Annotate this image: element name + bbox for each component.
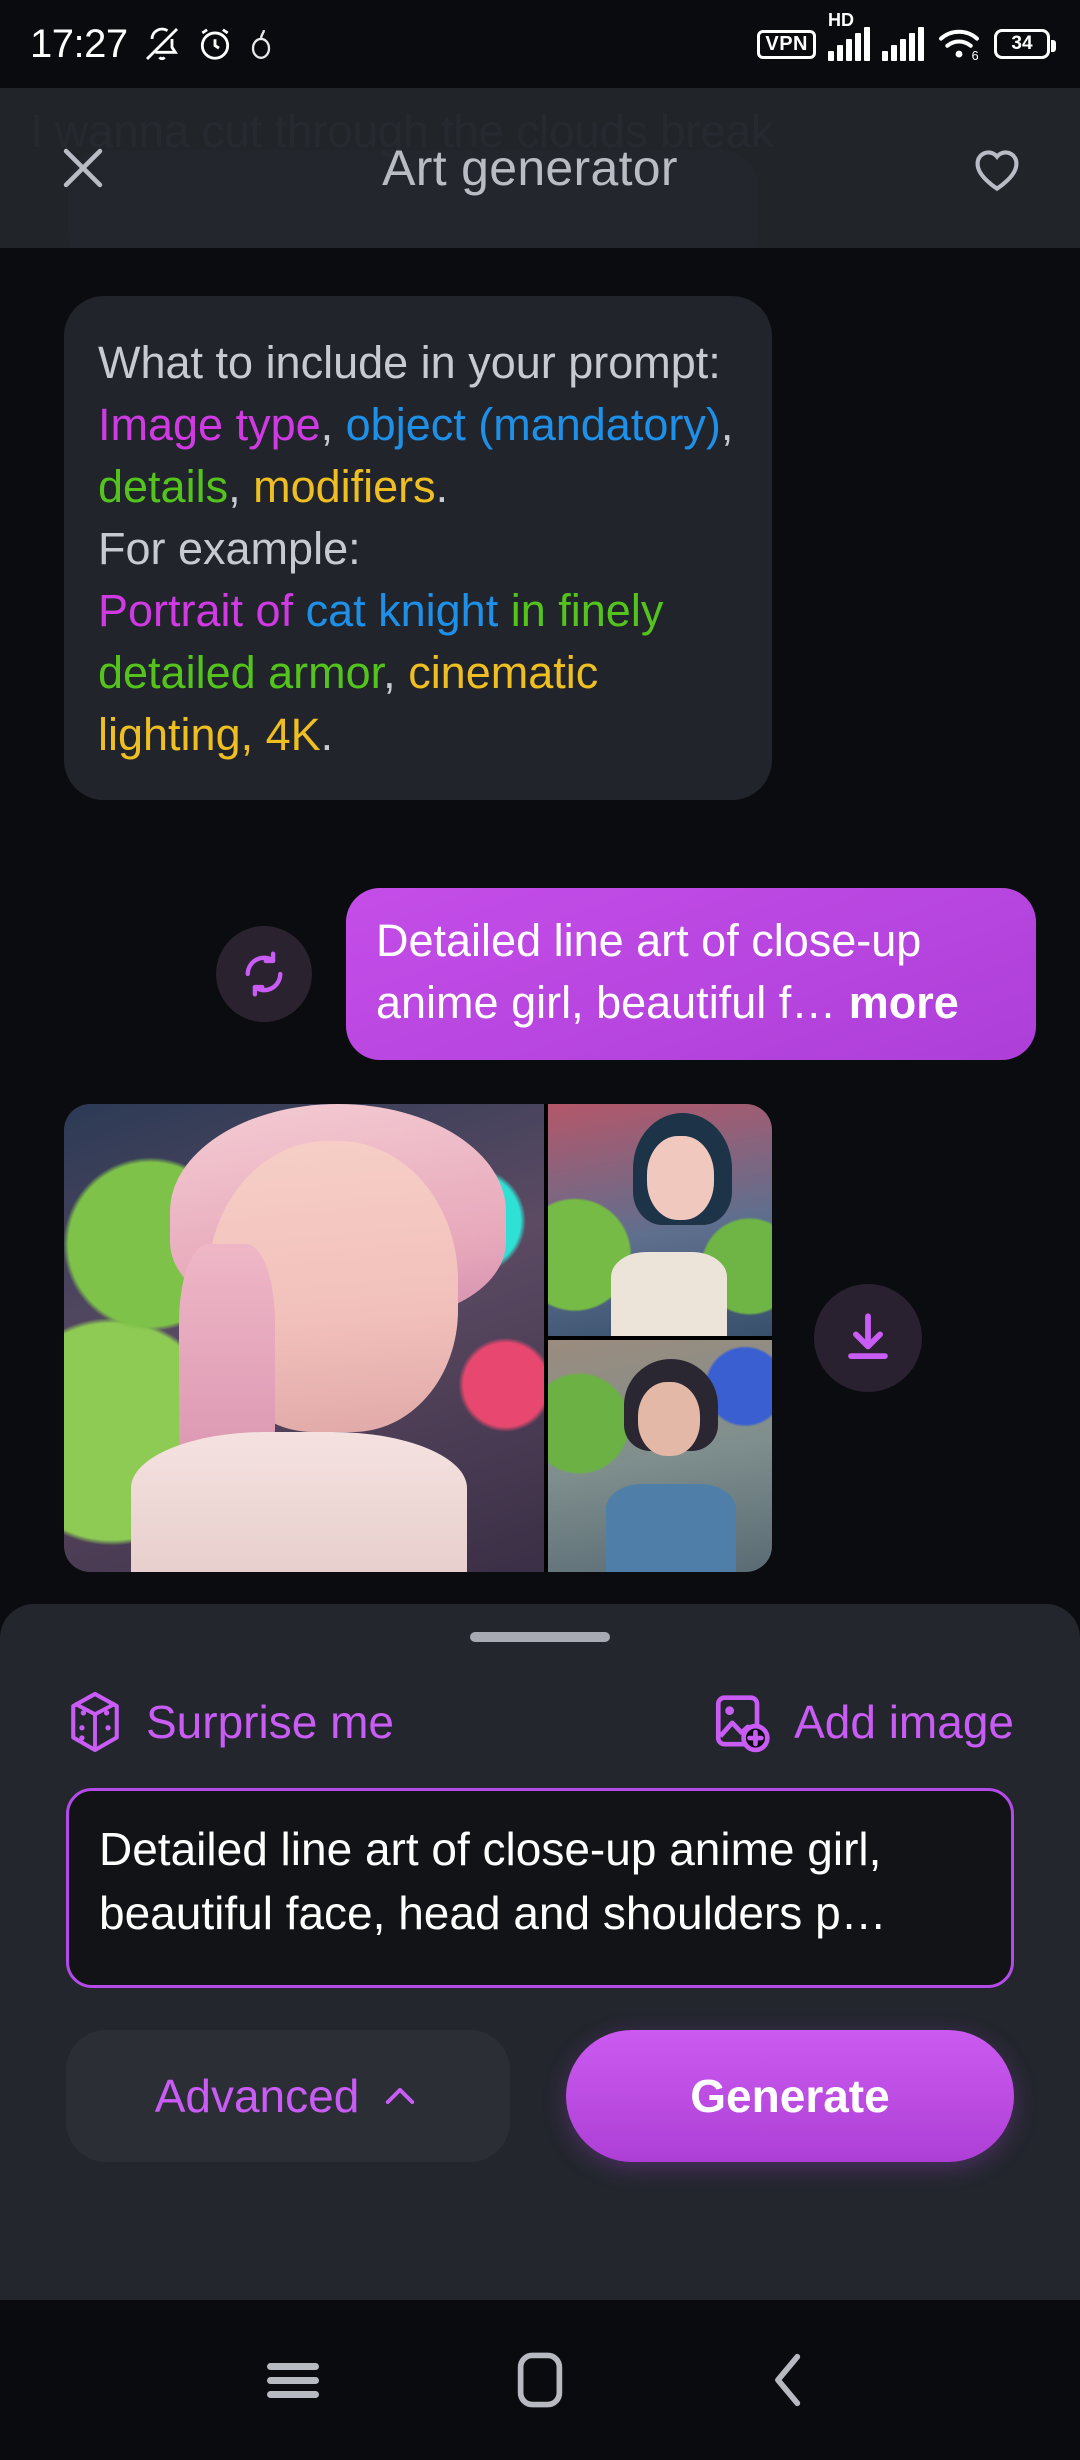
result-image-1[interactable] [64, 1104, 544, 1572]
add-image-label: Add image [794, 1696, 1014, 1748]
home-button[interactable] [485, 2325, 595, 2435]
generate-button[interactable]: Generate [566, 2030, 1014, 2162]
dice-icon [71, 1691, 119, 1753]
recents-icon [267, 2356, 320, 2405]
example-token-subject: cat knight [305, 585, 499, 636]
close-icon [63, 148, 103, 188]
app-dot-icon [251, 30, 270, 59]
token-modifiers: modifiers [253, 461, 436, 512]
prompt-input-value: Detailed line art of close-up anime girl… [99, 1823, 887, 1939]
bell-off-icon [145, 27, 178, 61]
user-message-text: Detailed line art of close-up anime girl… [376, 915, 959, 1028]
token-details: details [98, 461, 229, 512]
chevron-up-icon [386, 2087, 415, 2105]
surprise-me-button[interactable]: Surprise me [66, 1690, 394, 1754]
info-line-1: What to include in your prompt: [98, 337, 721, 388]
assistant-info-bubble: What to include in your prompt: Image ty… [64, 296, 772, 800]
example-token-portrait: Portrait of [98, 585, 294, 636]
regenerate-button[interactable] [216, 926, 312, 1022]
advanced-label: Advanced [154, 2070, 360, 2122]
result-image-3[interactable] [548, 1340, 772, 1572]
status-bar: 17:27 VPN HD 6 34 [0, 0, 1080, 88]
vpn-icon: VPN [757, 29, 816, 59]
quick-actions-row: Surprise me Add image [66, 1690, 1014, 1754]
signal-icon [882, 27, 924, 61]
token-object: object (mandatory) [345, 399, 721, 450]
screen: 17:27 VPN HD 6 34 Art generator What to … [0, 0, 1080, 2460]
status-clock: 17:27 [30, 21, 128, 66]
heart-icon [975, 150, 1019, 192]
recents-button[interactable] [238, 2325, 348, 2435]
add-image-icon [716, 1695, 770, 1753]
download-button[interactable] [814, 1284, 922, 1392]
result-side-column [548, 1104, 772, 1572]
status-bar-left: 17:27 [30, 22, 274, 67]
back-button[interactable] [732, 2325, 842, 2435]
page-title: Art generator [382, 140, 678, 196]
signal-hd-icon: HD [828, 10, 870, 61]
result-row [0, 1104, 1080, 1572]
close-button[interactable] [44, 129, 122, 207]
add-image-button[interactable]: Add image [710, 1691, 1014, 1753]
info-example-label: For example: [98, 523, 361, 574]
wifi-icon: 6 [939, 29, 979, 62]
favorite-button[interactable] [958, 129, 1036, 207]
status-bar-right: VPN HD 6 34 [757, 10, 1056, 62]
prompt-sheet: Surprise me Add image Detailed line art … [0, 1604, 1080, 2300]
refresh-icon [245, 951, 283, 997]
system-nav-bar [0, 2300, 1080, 2460]
generate-label: Generate [690, 2070, 890, 2122]
chat-scroll-area[interactable]: What to include in your prompt: Image ty… [0, 248, 1080, 1614]
svg-text:6: 6 [972, 49, 979, 62]
back-icon [774, 2353, 800, 2407]
battery-icon: 34 [994, 29, 1056, 59]
alarm-clock-icon [200, 28, 229, 60]
prompt-input[interactable]: Detailed line art of close-up anime girl… [66, 1788, 1014, 1988]
info-example-line: Portrait of cat knight in finely detaile… [98, 585, 664, 760]
result-image-2[interactable] [548, 1104, 772, 1336]
advanced-button[interactable]: Advanced [66, 2030, 510, 2162]
app-bar: Art generator [0, 88, 1080, 248]
surprise-me-label: Surprise me [146, 1696, 394, 1748]
download-icon [848, 1313, 888, 1360]
token-image-type: Image type [98, 399, 321, 450]
info-token-line: Image type, object (mandatory), details,… [98, 399, 734, 512]
home-icon [517, 2352, 563, 2408]
sheet-buttons-row: Advanced Generate [66, 2030, 1014, 2162]
drag-handle[interactable] [470, 1632, 610, 1642]
more-link[interactable]: more [849, 977, 959, 1028]
result-collage[interactable] [64, 1104, 772, 1572]
user-message-bubble[interactable]: Detailed line art of close-up anime girl… [346, 888, 1036, 1060]
user-message-row: Detailed line art of close-up anime girl… [216, 888, 1036, 1060]
